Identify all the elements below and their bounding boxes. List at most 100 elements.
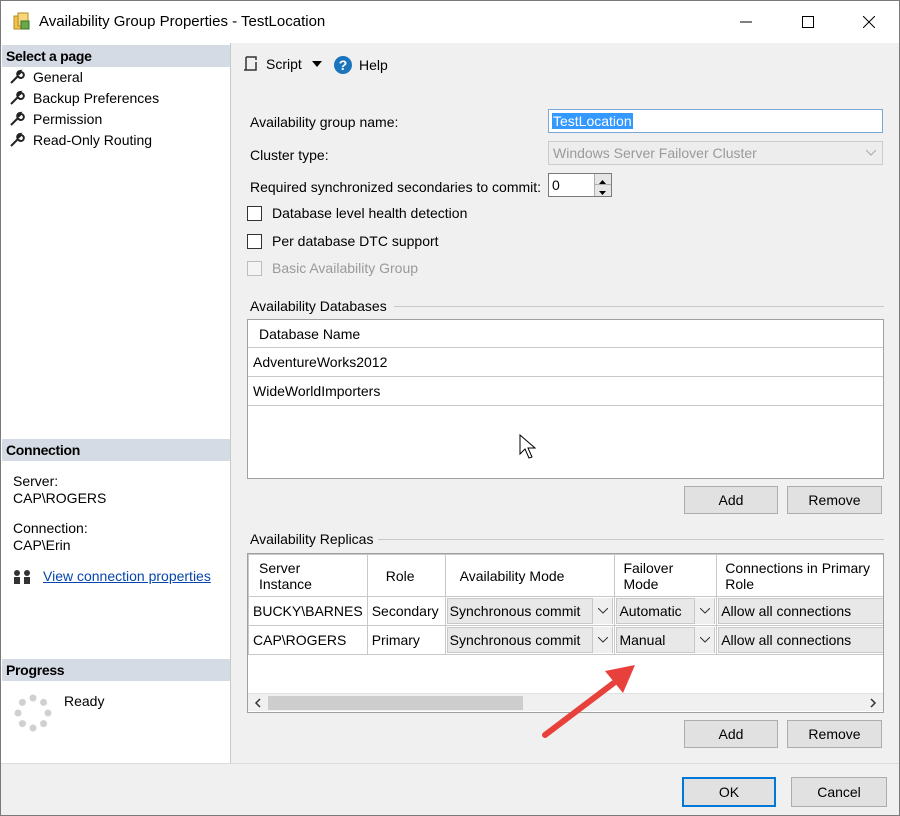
toolbar: Script ? Help bbox=[232, 43, 899, 83]
remove-database-button[interactable]: Remove bbox=[787, 486, 882, 514]
connections-value: Allow all connections bbox=[721, 632, 852, 648]
chevron-right-icon[interactable] bbox=[869, 698, 877, 708]
progress-header: Progress bbox=[2, 659, 230, 681]
script-dropdown-button[interactable] bbox=[312, 61, 322, 67]
cluster-type-select[interactable]: Windows Server Failover Cluster bbox=[548, 141, 883, 165]
page-item-permission[interactable]: Permission bbox=[9, 109, 102, 129]
page-item-backup-preferences[interactable]: Backup Preferences bbox=[9, 88, 159, 108]
page-item-label: Permission bbox=[33, 111, 103, 127]
chevron-down-icon bbox=[592, 598, 613, 624]
ag-name-value: TestLocation bbox=[552, 113, 633, 129]
progress-status: Ready bbox=[64, 693, 105, 709]
wrench-icon bbox=[10, 90, 25, 105]
column-header-connections-primary-role[interactable]: Connections in Primary Role bbox=[716, 554, 883, 597]
column-header-role[interactable]: Role bbox=[366, 554, 446, 597]
dtc-support-checkbox[interactable]: Per database DTC support bbox=[247, 233, 439, 249]
column-header-server-instance[interactable]: Server Instance bbox=[248, 554, 368, 597]
page-item-read-only-routing[interactable]: Read-Only Routing bbox=[9, 130, 152, 150]
script-button[interactable]: Script bbox=[242, 55, 302, 73]
view-connection-properties-link[interactable]: View connection properties bbox=[43, 568, 211, 585]
failover-mode-cell: Automatic bbox=[614, 596, 718, 626]
chevron-down-icon bbox=[694, 598, 715, 624]
header-line: Server bbox=[259, 559, 301, 576]
page-item-general[interactable]: General bbox=[9, 67, 83, 87]
stepper-down-button[interactable] bbox=[594, 185, 611, 196]
connections-select[interactable]: Allow all connections bbox=[718, 627, 883, 653]
table-row[interactable]: WideWorldImporters bbox=[248, 377, 883, 406]
window-title: Availability Group Properties - TestLoca… bbox=[39, 13, 326, 30]
availability-mode-select[interactable]: Synchronous commit bbox=[446, 627, 614, 653]
failover-mode-value: Automatic bbox=[619, 603, 682, 619]
cluster-type-label: Cluster type: bbox=[250, 147, 329, 163]
connection-properties-icon bbox=[14, 570, 30, 584]
add-database-button[interactable]: Add bbox=[684, 486, 778, 514]
left-panel: Select a page General Backup Preferences… bbox=[1, 43, 231, 763]
req-sync-stepper[interactable]: 0 bbox=[548, 173, 612, 197]
select-page-header: Select a page bbox=[2, 45, 230, 67]
connections-cell: Allow all connections bbox=[716, 625, 883, 655]
footer-divider bbox=[1, 763, 899, 764]
chevron-down-icon bbox=[694, 627, 715, 653]
help-label: Help bbox=[359, 57, 388, 73]
role-cell: Primary bbox=[366, 625, 446, 655]
maximize-button[interactable] bbox=[785, 1, 831, 43]
stepper-up-button[interactable] bbox=[594, 174, 611, 185]
title-bar: Availability Group Properties - TestLoca… bbox=[1, 1, 899, 43]
wrench-icon bbox=[10, 132, 25, 147]
availability-mode-select[interactable]: Synchronous commit bbox=[446, 598, 614, 624]
availability-databases-label: Availability Databases bbox=[250, 298, 387, 314]
column-header-failover-mode[interactable]: Failover Mode bbox=[614, 554, 718, 597]
connections-value: Allow all connections bbox=[721, 603, 852, 619]
failover-mode-select[interactable]: Automatic bbox=[616, 598, 716, 624]
minimize-button[interactable] bbox=[723, 1, 769, 43]
close-button[interactable] bbox=[846, 1, 892, 43]
db-health-checkbox[interactable]: Database level health detection bbox=[247, 205, 467, 221]
add-replica-button[interactable]: Add bbox=[684, 720, 778, 748]
connection-value: CAP\Erin bbox=[13, 537, 71, 553]
group-divider bbox=[378, 539, 884, 540]
db-health-label: Database level health detection bbox=[272, 205, 468, 221]
svg-text:?: ? bbox=[339, 57, 348, 73]
databases-grid[interactable]: Database Name AdventureWorks2012 WideWor… bbox=[247, 319, 884, 479]
caret-down-icon bbox=[599, 191, 606, 195]
cluster-type-value: Windows Server Failover Cluster bbox=[553, 145, 757, 161]
chevron-down-icon bbox=[866, 150, 876, 156]
progress-spinner-icon bbox=[14, 694, 52, 732]
wrench-icon bbox=[10, 69, 25, 84]
dtc-support-label: Per database DTC support bbox=[272, 233, 439, 249]
connections-cell: Allow all connections bbox=[716, 596, 883, 626]
column-header-availability-mode[interactable]: Availability Mode bbox=[444, 554, 616, 597]
header-line: Instance bbox=[259, 575, 312, 592]
connections-select[interactable]: Allow all connections bbox=[718, 598, 883, 624]
page-item-label: Read-Only Routing bbox=[33, 132, 153, 148]
dialog-window: Availability Group Properties - TestLoca… bbox=[0, 0, 900, 816]
group-divider bbox=[394, 306, 884, 307]
script-label: Script bbox=[266, 56, 302, 72]
table-row[interactable]: AdventureWorks2012 bbox=[248, 348, 883, 377]
header-line: Connections in Primary bbox=[725, 559, 870, 576]
req-sync-label: Required synchronized secondaries to com… bbox=[250, 179, 542, 195]
ok-button[interactable]: OK bbox=[682, 777, 776, 807]
table-row[interactable]: BUCKY\BARNES Secondary Synchronous commi… bbox=[248, 596, 883, 626]
basic-ag-checkbox[interactable]: Basic Availability Group bbox=[247, 260, 418, 276]
server-value: CAP\ROGERS bbox=[13, 490, 107, 506]
cancel-button[interactable]: Cancel bbox=[791, 777, 887, 807]
ag-name-input[interactable]: TestLocation bbox=[548, 109, 883, 133]
help-button[interactable]: ? Help bbox=[333, 55, 388, 75]
availability-mode-value: Synchronous commit bbox=[449, 603, 581, 619]
failover-mode-select[interactable]: Manual bbox=[616, 627, 716, 653]
checkbox-box bbox=[247, 205, 262, 221]
basic-ag-label: Basic Availability Group bbox=[272, 260, 419, 276]
table-header-row: Server Instance Role Availability Mode F… bbox=[248, 554, 883, 597]
remove-replica-button[interactable]: Remove bbox=[787, 720, 882, 748]
scrollbar-thumb[interactable] bbox=[268, 696, 523, 710]
database-name-header[interactable]: Database Name bbox=[248, 320, 883, 348]
header-line: Failover bbox=[623, 559, 674, 576]
availability-replicas-label: Availability Replicas bbox=[250, 531, 374, 547]
help-icon: ? bbox=[334, 56, 352, 74]
wrench-icon bbox=[10, 111, 25, 126]
req-sync-value: 0 bbox=[552, 177, 560, 193]
server-instance-cell: BUCKY\BARNES bbox=[248, 596, 368, 626]
annotation-arrow bbox=[542, 665, 635, 738]
chevron-left-icon[interactable] bbox=[254, 698, 262, 708]
